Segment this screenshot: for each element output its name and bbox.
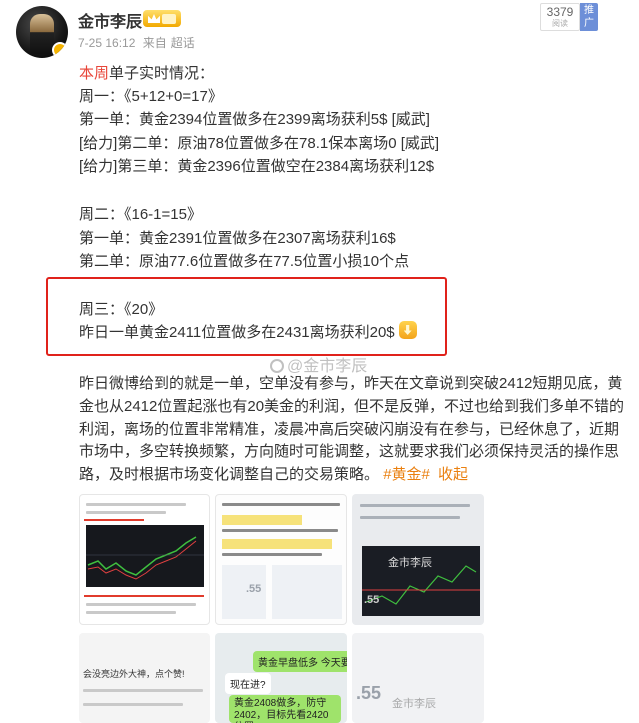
highlight-frame [46,277,447,356]
chat-bubble-1: 黄金早盘低多 今天要强 [253,651,347,672]
post-meta: 7-25 16:12 来自 超话 [78,34,199,51]
tuesday-title: 周二：《16-1=15》 [79,206,202,223]
image-text-line [83,689,203,692]
post-image-1[interactable] [79,494,210,625]
image-3-number: .55 [364,594,380,606]
author-avatar[interactable] [16,6,68,58]
image-highlight [222,515,302,525]
post-image-5[interactable]: 黄金早盘低多 今天要强 现在进? 黄金2408做多，防守2402，目标先看242… [215,633,347,723]
intro-text: 单子实时情况： [109,65,215,82]
tuesday-trade-2: 第二单：原油77.6位置做多在77.5位置小损10个点 [79,253,410,270]
crown-icon [148,14,160,23]
read-count-box: 3379 阅读 [540,3,580,31]
read-label: 阅读 [552,19,568,28]
image-text-line [86,603,196,606]
image-highlight [222,539,332,549]
image-red-rule [84,595,204,597]
post-image-6[interactable]: .55 金市李辰 [352,633,484,723]
vip-crown-icon[interactable] [143,10,181,27]
topic-tag[interactable]: #黄金# [383,466,430,483]
chat-bubble-2: 现在进? [225,673,271,694]
image-2-number: .55 [246,583,262,595]
post-time[interactable]: 7-25 16:12 [78,36,135,50]
promote-button[interactable]: 推广 [580,3,598,31]
mini-chart-thumb [272,565,342,619]
tuesday-trade-1: 第一单：黄金2391位置做多在2307离场获利16$ [79,230,396,247]
image-red-rule [84,519,144,521]
candlestick-chart-thumb [86,525,204,587]
author-name[interactable]: 金市李辰 [78,8,142,32]
post-image-3[interactable]: 金市李辰 .55 [352,494,484,625]
image-text-line [222,503,340,506]
level-icon [162,13,176,24]
image-text-line [222,553,322,556]
image-text-line [360,516,460,519]
collapse-link[interactable]: 收起 [438,466,468,483]
monday-title: 周一：《5+12+0=17》 [79,88,223,105]
monday-trade-1: 第一单：黄金2394位置做多在2399离场获利5$ [威武] [79,111,430,128]
post-image-4[interactable]: 会没亮边外大神，点个赞! [79,633,210,723]
source-link[interactable]: 超话 [171,36,195,50]
image-6-number: .55 [356,683,382,703]
image-watermark: 金市李辰 [392,698,436,710]
read-count: 3379 [546,5,574,19]
post-image-2[interactable]: .55 [215,494,347,625]
paragraph-text: 昨日微博给到的就是一单，空单没有参与，昨天在文章说到突破2412短期见底，黄金也… [79,375,625,484]
weibo-eye-icon [270,359,284,373]
post-paragraph: 昨日微博给到的就是一单，空单没有参与，昨天在文章说到突破2412短期见底，黄金也… [79,373,627,487]
image-text-line [83,703,183,706]
intro-highlight: 本周 [79,65,110,82]
verified-icon [52,42,68,58]
image-text-line [360,504,470,507]
image-text-line [86,611,176,614]
image-4-text: 会没亮边外大神，点个赞! [83,669,185,679]
image-text-line [222,529,338,532]
image-text-line [86,503,186,506]
avatar-figure [30,14,54,54]
monday-trade-3: [给力]第三单：黄金2396位置做空在2384离场获利12$ [79,158,435,175]
chat-bubble-3: 黄金2408做多，防守2402，目标先看2420位置 [229,695,341,723]
image-watermark: 金市李辰 [388,557,432,569]
monday-trade-2: [给力]第二单：原油78位置做多在78.1保本离场0 [威武] [79,135,440,152]
candlestick-svg [86,536,204,580]
image-text-line [86,511,166,514]
source-prefix: 来自 [142,36,167,50]
intro-line: 本周单子实时情况： [79,62,214,83]
